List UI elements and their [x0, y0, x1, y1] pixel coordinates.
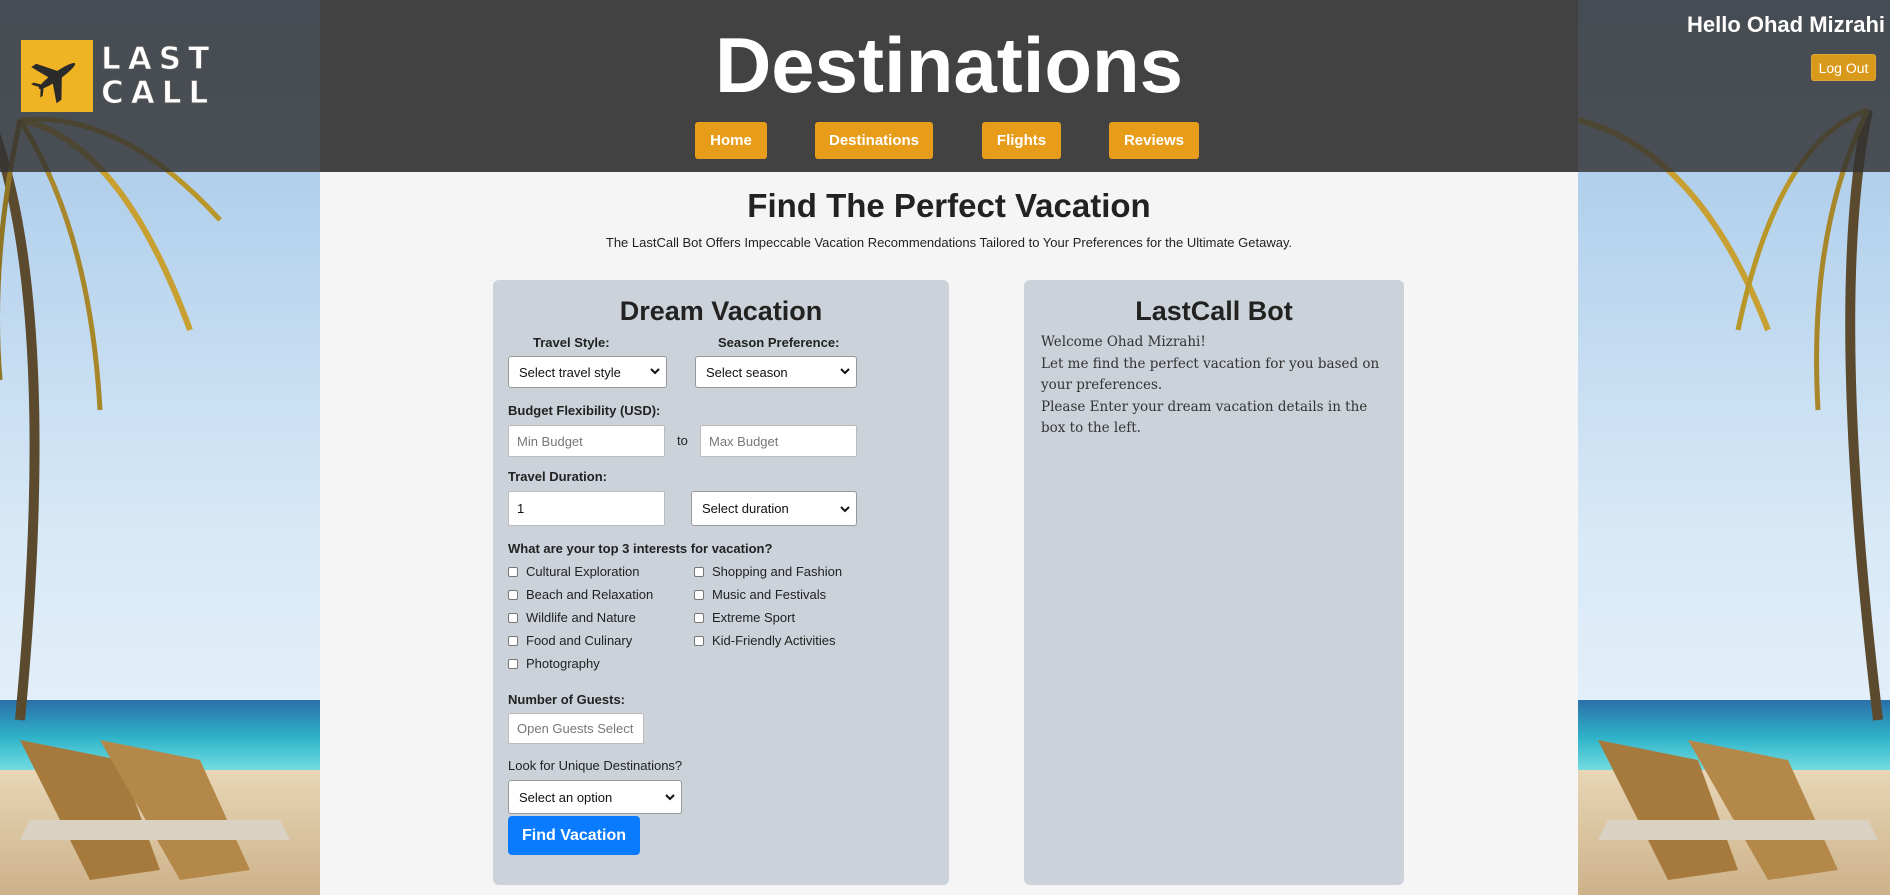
- unique-destinations-select[interactable]: Select an option: [508, 780, 682, 814]
- max-budget-input[interactable]: Max Budget: [700, 425, 857, 457]
- page-title: Destinations: [714, 21, 1184, 109]
- travel-style-label: Travel Style:: [533, 335, 610, 350]
- nav-flights-button[interactable]: Flights: [982, 122, 1061, 159]
- budget-to-label: to: [677, 433, 688, 448]
- season-label: Season Preference:: [718, 335, 840, 350]
- dream-vacation-form: Dream Vacation Travel Style: Season Pref…: [493, 280, 949, 885]
- bot-message-line: Please Enter your dream vacation details…: [1041, 398, 1368, 437]
- lastcall-logo[interactable]: LAST CALL: [21, 40, 211, 112]
- interests-label: What are your top 3 interests for vacati…: [508, 541, 773, 556]
- logo-text: LAST CALL: [100, 41, 217, 111]
- interest-checkbox[interactable]: Food and Culinary: [508, 633, 632, 648]
- form-title: Dream Vacation: [619, 296, 823, 326]
- duration-label: Travel Duration:: [508, 469, 607, 484]
- find-vacation-button[interactable]: Find Vacation: [508, 816, 640, 855]
- guests-input[interactable]: Open Guests Select: [508, 713, 644, 744]
- chevron-down-icon: [665, 794, 675, 801]
- nav-home-button[interactable]: Home: [695, 122, 767, 159]
- nav-reviews-button[interactable]: Reviews: [1109, 122, 1199, 159]
- nav-destinations-button[interactable]: Destinations: [815, 122, 933, 159]
- main-subtitle: The LastCall Bot Offers Impeccable Vacat…: [605, 235, 1293, 250]
- interest-checkbox[interactable]: Music and Festivals: [694, 587, 826, 602]
- chevron-down-icon: [840, 506, 850, 513]
- budget-label: Budget Flexibility (USD):: [508, 403, 661, 418]
- duration-input[interactable]: 1: [508, 491, 665, 526]
- unique-destinations-label: Look for Unique Destinations?: [508, 758, 683, 773]
- interest-checkbox[interactable]: Kid-Friendly Activities: [694, 633, 836, 648]
- main-title: Find The Perfect Vacation: [747, 187, 1151, 224]
- chevron-down-icon: [840, 368, 850, 375]
- bot-title: LastCall Bot: [1135, 296, 1293, 326]
- chevron-down-icon: [650, 368, 660, 375]
- season-select[interactable]: Select season: [695, 356, 857, 388]
- airplane-icon: [21, 40, 93, 112]
- min-budget-input[interactable]: Min Budget: [508, 425, 665, 457]
- interest-checkbox[interactable]: Shopping and Fashion: [694, 564, 842, 579]
- interest-checkbox[interactable]: Photography: [508, 656, 600, 671]
- bot-message: Welcome Ohad Mizrahi! Let me find the pe…: [1041, 332, 1391, 440]
- logout-button[interactable]: Log Out: [1811, 54, 1876, 81]
- interest-checkbox[interactable]: Cultural Exploration: [508, 564, 639, 579]
- interest-checkbox[interactable]: Beach and Relaxation: [508, 587, 653, 602]
- duration-unit-select[interactable]: Select duration: [691, 491, 857, 526]
- interest-checkbox[interactable]: Wildlife and Nature: [508, 610, 636, 625]
- guests-label: Number of Guests:: [508, 692, 626, 707]
- travel-style-select[interactable]: Select travel style: [508, 356, 667, 388]
- lastcall-bot-panel: LastCall Bot Welcome Ohad Mizrahi! Let m…: [1024, 280, 1404, 885]
- bot-message-line: Welcome Ohad Mizrahi!: [1041, 334, 1206, 350]
- interest-checkbox[interactable]: Extreme Sport: [694, 610, 795, 625]
- bot-message-line: Let me find the perfect vacation for you…: [1041, 355, 1380, 394]
- user-greeting: Hello Ohad Mizrahi: [1686, 12, 1885, 37]
